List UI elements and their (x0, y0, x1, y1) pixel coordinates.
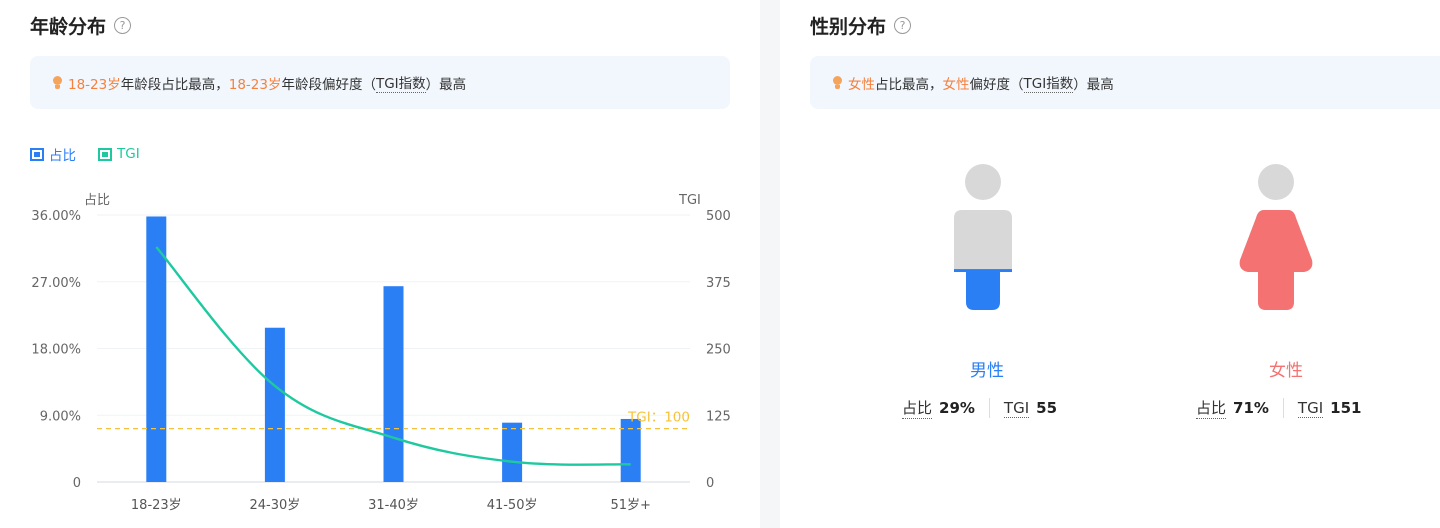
male-share-value: 29% (939, 399, 975, 417)
age-title-text: 年龄分布 (30, 16, 107, 38)
age-insight-banner: 18-23岁 年龄段占比最高， 18-23岁 年龄段偏好度（ TGI指数 ）最高 (30, 56, 730, 109)
left-tick-label: 36.00% (31, 209, 81, 224)
legend-label-tgi: TGI (117, 146, 140, 162)
male-stats: 占比 29% TGI 55 (902, 397, 1057, 419)
female-stats: 占比 71% TGI 151 (1196, 397, 1361, 419)
right-tick-label: 0 (706, 476, 714, 491)
x-tick-label: 51岁+ (610, 498, 650, 513)
left-tick-label: 9.00% (40, 409, 81, 424)
legend-item-share[interactable]: 占比 (30, 144, 76, 164)
tgi-line (155, 246, 631, 466)
x-tick-label: 24-30岁 (250, 498, 301, 513)
gender-tgi-group: 女性 (942, 76, 970, 93)
gender-panel: 性别分布 ? 女性 占比最高， 女性 偏好度（ TGI指数 ）最高 男性 占比 … (780, 0, 1440, 528)
female-share-fill (1239, 206, 1313, 310)
gender-banner-text1: 占比最高， (875, 76, 943, 93)
age-banner-tgi-term[interactable]: TGI指数 (375, 72, 426, 93)
bulb-icon (52, 75, 63, 90)
bar-3 (502, 422, 523, 482)
x-tick-label: 31-40岁 (368, 498, 419, 513)
right-tick-label: 500 (706, 209, 731, 224)
help-icon[interactable]: ? (894, 17, 912, 34)
male-label: 男性 (970, 361, 1004, 381)
right-tick-label: 125 (706, 409, 731, 424)
x-tick-label: 41-50岁 (487, 498, 538, 513)
right-tick-label: 375 (706, 276, 731, 291)
female-figure-icon (1239, 164, 1313, 310)
legend-label-share: 占比 (49, 148, 76, 164)
male-figure-icon (954, 164, 1012, 310)
left-tick-label: 27.00% (31, 276, 81, 291)
stat-divider (988, 398, 990, 418)
age-banner-text1: 年龄段占比最高， (120, 76, 229, 93)
right-tick-label: 250 (706, 343, 731, 358)
left-tick-label: 0 (73, 476, 81, 491)
age-panel: 年龄分布 ? 18-23岁 年龄段占比最高， 18-23岁 年龄段偏好度（ TG… (0, 0, 760, 528)
legend-swatch-share (30, 147, 44, 161)
male-share-label[interactable]: 占比 (902, 397, 933, 419)
age-tgi-group: 18-23岁 (228, 76, 282, 93)
bar-2 (383, 286, 404, 482)
age-top-group: 18-23岁 (68, 76, 121, 93)
right-axis-title: TGI (678, 193, 701, 208)
left-axis-title: 占比 (84, 193, 110, 208)
gender-banner-text2: 偏好度（ (969, 76, 1024, 93)
male-share-fill (954, 269, 1012, 310)
legend-item-tgi[interactable]: TGI (98, 144, 140, 164)
gender-insight-banner: 女性 占比最高， 女性 偏好度（ TGI指数 ）最高 (810, 56, 1440, 109)
gender-panel-title: 性别分布 ? (810, 12, 912, 39)
age-panel-title: 年龄分布 ? (30, 12, 132, 39)
tgi-reference-label: TGI：100 (627, 410, 690, 426)
legend-swatch-tgi (98, 147, 112, 161)
female-tgi-value: 151 (1330, 399, 1362, 417)
x-tick-label: 18-23岁 (131, 498, 182, 513)
male-tgi-value: 55 (1036, 399, 1058, 417)
bar-4 (620, 418, 641, 482)
gender-title-text: 性别分布 (810, 16, 887, 38)
age-banner-text2: 年龄段偏好度（ (281, 76, 376, 93)
female-share-label[interactable]: 占比 (1196, 397, 1227, 419)
gender-top-group: 女性 (848, 76, 875, 93)
bar-0 (146, 216, 167, 482)
male-tgi-label[interactable]: TGI (1003, 399, 1030, 418)
bulb-icon (832, 75, 843, 90)
gender-banner-text3: ）最高 (1073, 76, 1114, 93)
gender-banner-tgi-term[interactable]: TGI指数 (1023, 72, 1074, 93)
female-share-value: 71% (1233, 399, 1269, 417)
female-tgi-label[interactable]: TGI (1297, 399, 1324, 418)
left-tick-label: 18.00% (31, 343, 81, 358)
help-icon[interactable]: ? (114, 17, 132, 34)
age-banner-text3: ）最高 (425, 76, 467, 93)
chart-legend: 占比 TGI (30, 144, 140, 164)
female-label: 女性 (1269, 361, 1303, 381)
stat-divider (1282, 398, 1284, 418)
bar-1 (264, 327, 285, 482)
